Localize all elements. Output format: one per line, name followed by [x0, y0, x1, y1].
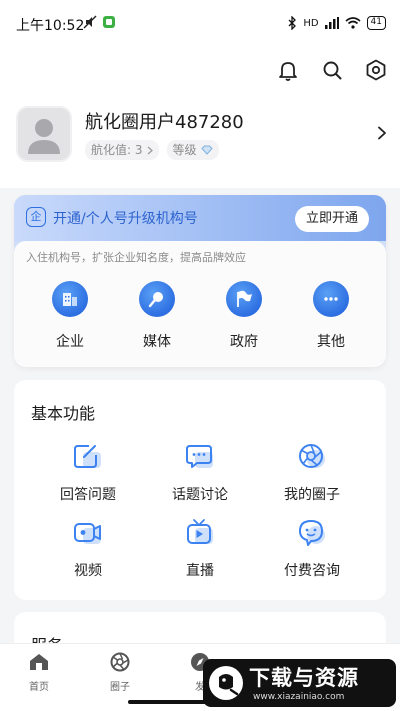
bluetooth-icon: [288, 16, 297, 30]
default-avatar-icon: [28, 119, 60, 154]
level-label: 等级: [172, 143, 197, 157]
building-icon: [52, 281, 88, 317]
signal-icon: [324, 17, 339, 29]
app-notification-icon: [103, 16, 115, 28]
upgrade-title: 开通/个人号升级机构号: [53, 211, 198, 227]
video-camera-icon: [74, 523, 101, 544]
status-left-icons: [83, 15, 115, 29]
level-chip[interactable]: 等级: [166, 140, 219, 160]
status-right-icons: HD 41: [287, 16, 386, 30]
tab-label: 圈子: [110, 682, 130, 693]
org-label: 媒体: [143, 334, 171, 350]
feature-label: 付费咨询: [284, 563, 340, 579]
feature-label: 直播: [186, 563, 214, 579]
tv-play-icon: [187, 519, 213, 544]
basic-features-card: 基本功能 回答问题 话题讨论 我的圈子 视频 直播 付费咨询: [14, 380, 386, 600]
org-type-other[interactable]: 其他: [301, 281, 361, 351]
status-time: 上午10:52: [16, 18, 85, 34]
search-icon[interactable]: [320, 58, 344, 82]
score-chip[interactable]: 航化值: 3: [85, 140, 159, 160]
open-now-button[interactable]: 立即开通: [295, 206, 369, 232]
feature-topic-discussion[interactable]: 话题讨论: [145, 442, 255, 504]
watermark-title: 下载与资源: [249, 666, 359, 690]
avatar[interactable]: [16, 106, 72, 162]
org-label: 其他: [317, 334, 345, 350]
org-label: 企业: [56, 334, 84, 350]
feature-my-circle[interactable]: 我的圈子: [257, 442, 367, 504]
feature-label: 话题讨论: [172, 487, 228, 503]
consult-icon: [299, 520, 325, 546]
diamond-icon: [200, 145, 213, 155]
upgrade-card: 企 开通/个人号升级机构号 立即开通 入住机构号，扩张企业知名度，提高品牌效应 …: [14, 195, 386, 367]
microphone-icon: [139, 281, 175, 317]
mute-icon: [83, 15, 97, 29]
aperture-icon: [110, 652, 130, 672]
status-bar: 上午10:52 HD 41: [0, 0, 400, 48]
upgrade-description: 入住机构号，扩张企业知名度，提高品牌效应: [26, 251, 246, 264]
chevron-right-small-icon: [147, 146, 153, 154]
org-label: 政府: [230, 334, 258, 350]
profile-chevron-icon[interactable]: [375, 126, 389, 140]
tab-circle[interactable]: 圈子: [90, 652, 150, 693]
aperture-icon: [299, 444, 325, 468]
wifi-icon: [345, 17, 361, 29]
feature-answer-questions[interactable]: 回答问题: [33, 442, 143, 504]
enterprise-badge-icon: 企: [26, 207, 46, 227]
section-title-basic-features: 基本功能: [31, 404, 96, 423]
upgrade-header: 企 开通/个人号升级机构号 立即开通: [14, 195, 386, 241]
tab-label: 首页: [29, 682, 49, 693]
watermark-badge: 下载与资源 www.xiazainiao.com: [203, 659, 396, 707]
more-icon: [313, 281, 349, 317]
chat-icon: [186, 445, 213, 468]
upgrade-body: 入住机构号，扩张企业知名度，提高品牌效应 企业 媒体 政府 其他: [14, 241, 386, 367]
watermark-url: www.xiazainiao.com: [253, 692, 345, 702]
org-type-media[interactable]: 媒体: [127, 281, 187, 351]
edit-icon: [74, 445, 101, 468]
feature-paid-consultation[interactable]: 付费咨询: [257, 518, 367, 580]
tab-home[interactable]: 首页: [9, 652, 69, 693]
username[interactable]: 航化圈用户487280: [85, 108, 244, 134]
org-type-enterprise[interactable]: 企业: [40, 281, 100, 351]
network-label: HD: [303, 17, 319, 29]
score-label: 航化值: 3: [91, 143, 143, 157]
feature-label: 我的圈子: [284, 487, 340, 503]
feature-label: 视频: [74, 563, 102, 579]
feature-label: 回答问题: [60, 487, 116, 503]
watermark-logo-icon: [209, 666, 243, 700]
feature-live[interactable]: 直播: [145, 518, 255, 580]
home-icon: [30, 654, 48, 670]
bell-icon[interactable]: [276, 58, 300, 82]
feature-video[interactable]: 视频: [33, 518, 143, 580]
battery-indicator: 41: [366, 16, 386, 30]
settings-hexagon-icon[interactable]: [364, 58, 388, 82]
profile-meta: 航化值: 3 等级: [85, 140, 219, 160]
org-type-government[interactable]: 政府: [214, 281, 274, 351]
flag-icon: [226, 281, 262, 317]
